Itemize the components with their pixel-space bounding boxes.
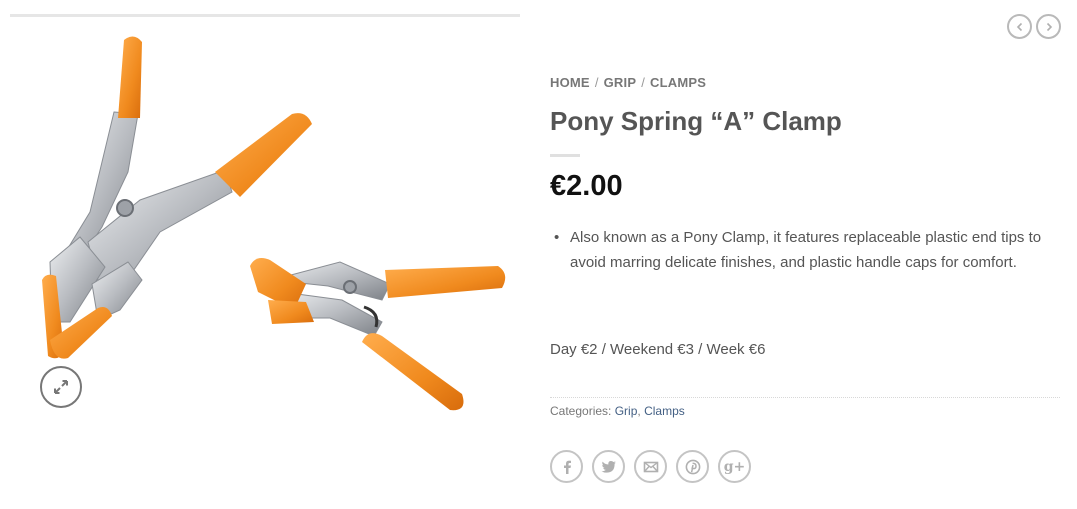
next-product-button[interactable] [1036,14,1061,39]
breadcrumb-home[interactable]: HOME [550,75,590,90]
share-facebook-button[interactable] [550,450,583,483]
product-image[interactable] [10,22,520,412]
meta-divider [550,397,1060,398]
product-description: Also known as a Pony Clamp, it features … [550,225,1060,275]
product-gallery [10,14,520,414]
rental-rates: Day €2 / Weekend €3 / Week €6 [550,341,766,358]
share-icons: g+ [550,450,751,483]
product-categories: Categories: Grip, Clamps [550,404,685,418]
product-price: €2.00 [550,170,623,202]
share-email-button[interactable] [634,450,667,483]
breadcrumb: HOME / GRIP / CLAMPS [550,75,706,90]
product-title: Pony Spring “A” Clamp [550,106,842,136]
chevron-right-icon [1046,22,1052,31]
breadcrumb-separator: / [641,75,646,90]
twitter-icon [601,460,616,473]
share-google-plus-button[interactable]: g+ [718,450,751,483]
breadcrumb-clamps[interactable]: CLAMPS [650,75,706,90]
category-link-clamps[interactable]: Clamps [644,404,685,418]
share-twitter-button[interactable] [592,450,625,483]
google-plus-icon: g+ [723,458,746,475]
breadcrumb-separator: / [594,75,599,90]
email-icon [643,461,658,472]
description-item: Also known as a Pony Clamp, it features … [550,225,1060,275]
small-clamp [250,258,506,411]
categories-label: Categories: [550,404,612,418]
expand-icon [54,380,68,394]
category-link-grip[interactable]: Grip [615,404,638,418]
product-nav [1007,14,1061,39]
pinterest-icon [685,459,700,474]
breadcrumb-grip[interactable]: GRIP [604,75,637,90]
previous-product-button[interactable] [1007,14,1032,39]
gallery-divider [10,14,520,17]
category-separator: , [637,404,641,418]
share-pinterest-button[interactable] [676,450,709,483]
facebook-icon [563,460,571,474]
chevron-left-icon [1016,22,1022,31]
title-divider [550,154,580,157]
zoom-button[interactable] [40,366,82,408]
